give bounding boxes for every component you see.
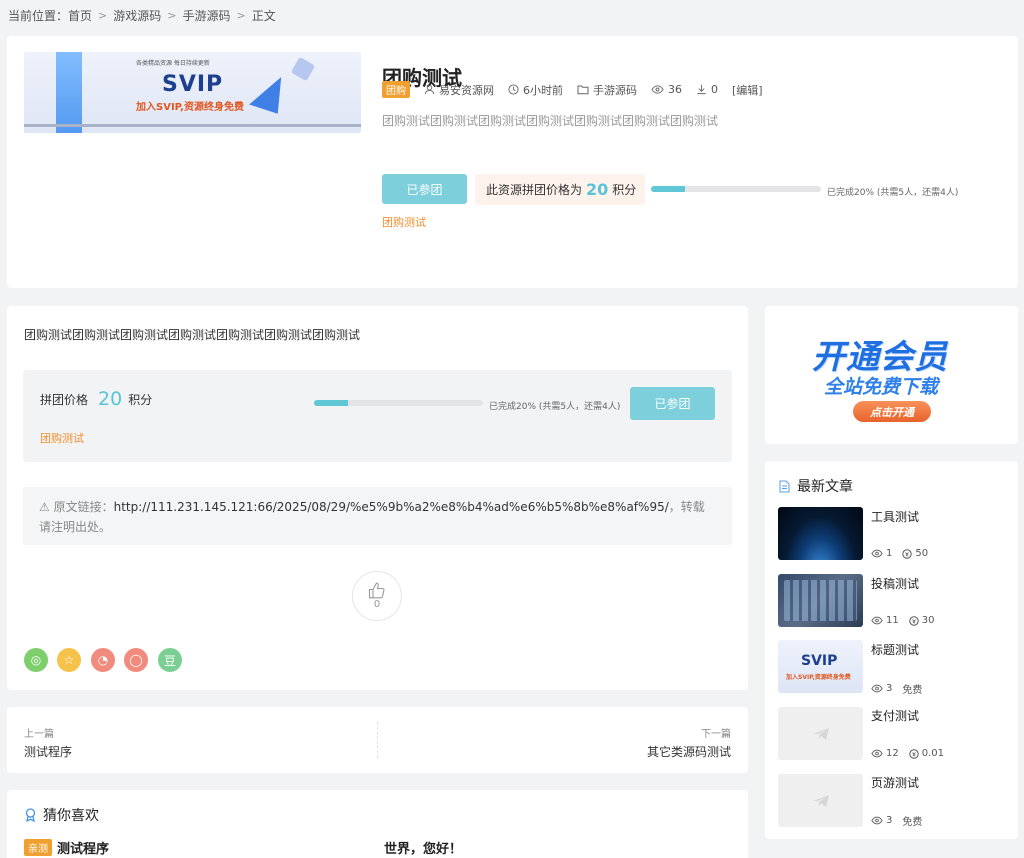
like-count: 0 (373, 599, 381, 610)
related-heading: 猜你喜欢 (24, 805, 99, 825)
share-qq-button[interactable]: ◯ (124, 648, 148, 672)
post-meta: 团购 易安资源网 6小时前 手游源码 36 0 [编辑] (382, 81, 763, 98)
chevron-right-icon: > (236, 8, 246, 22)
article-meta-2: 11 30 (871, 615, 934, 626)
post-thumbnail[interactable]: 各类精品资源 每日持续更新 SVIP 加入SVIP,资源终身免费 (24, 52, 361, 133)
post-time: 6小时前 (508, 82, 563, 98)
clock-icon (508, 84, 519, 95)
breadcrumb-home[interactable]: 首页 (68, 7, 92, 24)
group-progress-fill-2 (314, 400, 348, 406)
wechat-icon: ◎ (30, 653, 42, 667)
chevron-right-icon: > (98, 8, 108, 22)
post-author[interactable]: 易安资源网 (424, 82, 494, 98)
weibo-icon: ◔ (97, 653, 109, 667)
share-douban-button[interactable]: 豆 (158, 648, 182, 672)
group-buy-panel: 拼团价格 20 积分 团购测试 已完成20% (共需5人，还需4人) 已参团 (23, 370, 732, 462)
download-icon (697, 84, 706, 95)
source-url-link[interactable]: http://111.231.145.121:66/2025/08/29/%e5… (114, 500, 669, 514)
post-excerpt: 团购测试团购测试团购测试团购测试团购测试团购测试团购测试 (382, 114, 719, 128)
joined-button[interactable]: 已参团 (382, 174, 467, 204)
eye-icon (651, 85, 664, 94)
related-badge: 亲测 (24, 839, 52, 856)
joined-button-2[interactable]: 已参团 (630, 387, 715, 420)
article-thumb-2[interactable] (778, 574, 863, 627)
related-item-2[interactable]: 世界，您好！ (384, 838, 462, 857)
next-post-link[interactable]: 下一篇 其它类源码测试 (647, 725, 731, 760)
article-title-2[interactable]: 投稿测试 (871, 575, 919, 592)
eye-icon (871, 616, 883, 625)
related-card (7, 790, 748, 858)
group-price-value: 20 (586, 180, 609, 199)
warning-icon: ⚠ (39, 500, 50, 514)
eye-icon (871, 684, 883, 693)
post-body-text: 团购测试团购测试团购测试团购测试团购测试团购测试团购测试 (24, 328, 361, 342)
douban-icon: 豆 (163, 653, 176, 668)
document-icon (779, 480, 790, 492)
eye-icon (871, 816, 883, 825)
coin-icon (909, 615, 919, 626)
breadcrumb-prefix: 当前位置： (8, 8, 69, 23)
paper-plane-icon (812, 794, 829, 807)
eye-icon (871, 749, 883, 758)
share-qzone-button[interactable]: ☆ (57, 648, 81, 672)
article-thumb-5[interactable] (778, 774, 863, 827)
group-progress-bar (651, 186, 821, 192)
post-tag[interactable]: 团购 (382, 81, 410, 98)
article-title-4[interactable]: 支付测试 (871, 707, 919, 724)
group-progress-text-2: 已完成20% (共需5人，还需4人) (489, 402, 621, 412)
thumbs-up-icon (368, 582, 385, 599)
prev-post-link[interactable]: 上一篇 测试程序 (24, 725, 72, 760)
user-icon (424, 84, 435, 95)
source-link-box: ⚠ 原文链接：http://111.231.145.121:66/2025/08… (23, 487, 732, 545)
paper-plane-icon (812, 727, 829, 740)
article-meta-1: 1 50 (871, 548, 928, 559)
group-progress-fill (651, 186, 685, 192)
group-progress-bar-2 (314, 400, 483, 406)
group-price-box: 此资源拼团价格为 20 积分 (475, 174, 645, 205)
breadcrumb-current: 正文 (251, 8, 276, 23)
share-weibo-button[interactable]: ◔ (91, 648, 115, 672)
article-title-5[interactable]: 页游测试 (871, 774, 919, 791)
article-thumb-1[interactable] (778, 507, 863, 560)
article-thumb-3[interactable]: SVIP 加入SVIP,资源终身免费 (778, 640, 863, 693)
article-title-3[interactable]: 标题测试 (871, 641, 919, 658)
article-meta-3: 3 免费 (871, 681, 922, 696)
group-buy-link[interactable]: 团购测试 (382, 214, 426, 230)
post-downloads: 0 (696, 83, 718, 96)
vip-subtitle: 全站免费下载 (824, 376, 939, 398)
triangle-decoration (249, 70, 289, 114)
eye-icon (871, 549, 883, 558)
vip-open-button[interactable]: 点击开通 (853, 401, 931, 422)
coin-icon (909, 748, 919, 759)
medal-icon (25, 808, 36, 822)
article-meta-5: 3 免费 (871, 813, 922, 828)
qzone-icon: ☆ (63, 653, 75, 667)
edit-link[interactable]: [编辑] (732, 82, 763, 98)
like-button[interactable]: 0 (352, 571, 402, 621)
qq-icon: ◯ (129, 653, 143, 667)
nav-divider (377, 722, 378, 758)
post-category[interactable]: 手游源码 (577, 82, 637, 98)
breadcrumb-game-source[interactable]: 游戏源码 (113, 7, 161, 24)
article-meta-4: 12 0.01 (871, 748, 944, 759)
group-progress-text: 已完成20% (共需5人，还需4人) (827, 188, 959, 198)
coin-icon (902, 548, 913, 559)
article-title-1[interactable]: 工具测试 (871, 508, 919, 525)
vip-title: 开通会员 (812, 337, 948, 376)
folder-icon (577, 85, 589, 95)
post-views: 36 (651, 83, 682, 96)
breadcrumb-mobile-source[interactable]: 手游源码 (182, 7, 230, 24)
chevron-right-icon: > (167, 8, 177, 22)
breadcrumb: 当前位置： 首页 > 游戏源码 > 手游源码 > 正文 (8, 6, 276, 24)
group-price: 拼团价格 20 积分 (40, 388, 153, 410)
latest-heading: 最新文章 (779, 476, 853, 496)
related-item-1[interactable]: 亲测 测试程序 (24, 838, 109, 857)
share-wechat-button[interactable]: ◎ (24, 648, 48, 672)
article-thumb-4[interactable] (778, 707, 863, 760)
group-buy-link-2[interactable]: 团购测试 (40, 430, 84, 446)
